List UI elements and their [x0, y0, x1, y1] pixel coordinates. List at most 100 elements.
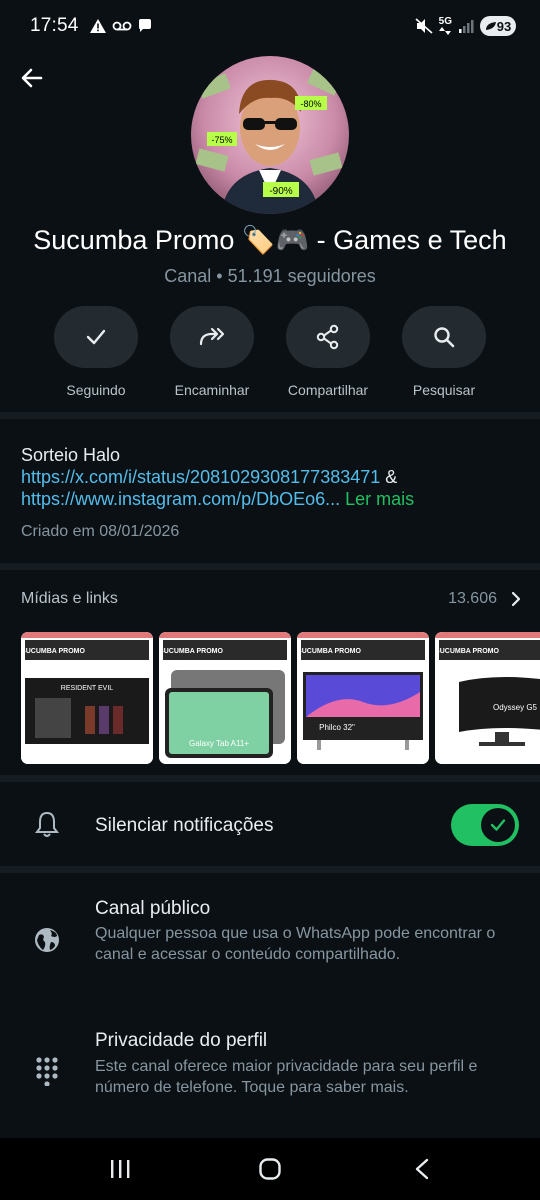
- bell-icon-wrap: [32, 810, 62, 838]
- avatar-tag-2: -75%: [211, 135, 232, 145]
- forward-button[interactable]: Encaminhar: [154, 306, 270, 398]
- search-button[interactable]: Pesquisar: [386, 306, 502, 398]
- following-button[interactable]: Seguindo: [38, 306, 154, 398]
- separator-dot: •: [216, 266, 228, 286]
- status-bar: 17:54 5G 93: [0, 0, 540, 52]
- x-status-link[interactable]: https://x.com/i/status/20810293081773834…: [21, 467, 380, 487]
- battery-indicator: 93: [480, 16, 516, 36]
- globe-icon: [35, 928, 59, 952]
- thumbnail-brand: SUCUMBA PROMO: [435, 648, 499, 655]
- description-title: Sorteio Halo: [21, 445, 121, 465]
- media-links-header[interactable]: Mídias e links 13.606: [21, 590, 521, 608]
- channel-description: Sorteio Halo https://x.com/i/status/2081…: [21, 444, 521, 510]
- network-indicator: 5G: [439, 17, 452, 35]
- forward-button-circle[interactable]: [170, 306, 254, 368]
- signal-icon: [459, 20, 474, 33]
- section-divider: [0, 412, 540, 419]
- notification-icons: [89, 18, 153, 34]
- warning-icon: [89, 19, 106, 33]
- profile-privacy-title: Privacidade do perfil: [95, 1030, 268, 1051]
- section-divider: [0, 866, 540, 873]
- chat-bubble-icon: [138, 19, 151, 32]
- action-bar: Seguindo Encaminhar Compartilhar Pesquis…: [0, 306, 540, 402]
- share-button[interactable]: Compartilhar: [270, 306, 386, 398]
- check-icon: [86, 329, 106, 345]
- battery-level: 93: [496, 18, 512, 34]
- recent-apps-button[interactable]: [100, 1152, 140, 1186]
- instagram-link[interactable]: https://www.instagram.com/p/DbOEo6...: [21, 489, 340, 509]
- channel-name: Sucumba Promo 🏷️🎮 - Games e Tech: [33, 225, 507, 255]
- home-icon: [259, 1158, 281, 1180]
- home-button[interactable]: [250, 1152, 290, 1186]
- search-button-circle[interactable]: [402, 306, 486, 368]
- check-icon: [490, 819, 506, 831]
- voicemail-icon: [112, 21, 131, 31]
- status-left: 17:54: [30, 15, 153, 37]
- dialpad-icon: [36, 1057, 58, 1086]
- search-label: Pesquisar: [412, 382, 476, 398]
- avatar-tag-3: -90%: [269, 186, 292, 197]
- globe-icon-wrap: [32, 926, 62, 954]
- mute-icon: [415, 18, 433, 34]
- arrow-left-icon: [21, 68, 43, 88]
- thumbnail-product: RESIDENT EVIL: [61, 685, 113, 692]
- network-label: 5G: [438, 16, 452, 27]
- media-thumbnail[interactable]: SUCUMBA PROMO Odyssey G5: [435, 632, 540, 764]
- read-more-link[interactable]: Ler mais: [345, 489, 414, 509]
- thumbnail-brand: SUCUMBA PROMO: [297, 648, 361, 655]
- thumbnail-image: SUCUMBA PROMO Galaxy Tab A11+: [159, 632, 291, 764]
- channel-type: Canal: [164, 266, 212, 286]
- thumbnail-product: Odyssey G5: [493, 703, 538, 712]
- forward-icon: [199, 327, 225, 346]
- chevron-left-icon: [415, 1158, 429, 1180]
- clock: 17:54: [30, 15, 79, 36]
- following-button-circle[interactable]: [54, 306, 138, 368]
- share-button-circle[interactable]: [286, 306, 370, 368]
- media-thumbnail[interactable]: SUCUMBA PROMO Galaxy Tab A11+: [159, 632, 291, 764]
- data-arrows-icon: [439, 27, 452, 35]
- toggle-knob: [481, 808, 515, 842]
- thumbnail-brand: SUCUMBA PROMO: [21, 648, 85, 655]
- mute-toggle[interactable]: [451, 804, 519, 846]
- status-right: 5G 93: [415, 16, 516, 36]
- profile-privacy-row[interactable]: Privacidade do perfil Este canal oferece…: [0, 1014, 540, 1124]
- ampersand-text: &: [380, 467, 398, 487]
- share-label: Compartilhar: [287, 382, 369, 398]
- thumbnail-product: Philco 32": [319, 723, 355, 732]
- description-line-2: https://www.instagram.com/p/DbOEo6... Le…: [21, 488, 521, 510]
- profile-privacy-desc: Este canal oferece maior privacidade par…: [95, 1058, 478, 1096]
- section-divider: [0, 775, 540, 782]
- mute-notifications-row[interactable]: Silenciar notificações: [0, 786, 540, 866]
- mute-title: Silenciar notificações: [95, 815, 274, 836]
- channel-avatar[interactable]: -80% -75% -90%: [191, 56, 349, 214]
- avatar-tag-1: -80%: [300, 99, 321, 109]
- avatar-image: -80% -75% -90%: [191, 56, 349, 214]
- thumbnail-image: SUCUMBA PROMO Philco 32": [297, 632, 429, 764]
- media-count: 13.606: [448, 590, 497, 607]
- created-date: Criado em 08/01/2026: [21, 523, 180, 540]
- thumbnail-image: SUCUMBA PROMO Odyssey G5: [435, 632, 540, 764]
- system-nav-bar: [0, 1138, 540, 1200]
- back-button[interactable]: [16, 62, 48, 94]
- media-thumbnail[interactable]: SUCUMBA PROMO Philco 32": [297, 632, 429, 764]
- back-nav-button[interactable]: [402, 1152, 442, 1186]
- share-icon: [316, 324, 339, 350]
- forward-label: Encaminhar: [174, 382, 250, 398]
- section-divider: [0, 563, 540, 570]
- public-channel-row[interactable]: Canal público Qualquer pessoa que usa o …: [0, 880, 540, 1000]
- thumbnail-image: SUCUMBA PROMO RESIDENT EVIL: [21, 632, 153, 764]
- bell-icon: [35, 811, 59, 837]
- media-thumbnail[interactable]: SUCUMBA PROMO RESIDENT EVIL: [21, 632, 153, 764]
- chevron-right-icon: [511, 591, 521, 607]
- public-channel-desc: Qualquer pessoa que usa o WhatsApp pode …: [95, 925, 496, 963]
- search-icon: [434, 327, 455, 348]
- thumbnail-brand: SUCUMBA PROMO: [159, 648, 223, 655]
- media-strip: SUCUMBA PROMO RESIDENT EVIL SUCUMBA PROM…: [21, 632, 540, 764]
- channel-subtitle: Canal • 51.191 seguidores: [0, 266, 540, 287]
- thumbnail-product: Galaxy Tab A11+: [189, 739, 249, 748]
- battery-saver-icon: [485, 22, 496, 30]
- media-count-group: 13.606: [448, 590, 521, 608]
- dialpad-icon-wrap: [32, 1056, 62, 1086]
- description-line-1: https://x.com/i/status/20810293081773834…: [21, 466, 521, 488]
- followers-count: 51.191 seguidores: [227, 266, 376, 286]
